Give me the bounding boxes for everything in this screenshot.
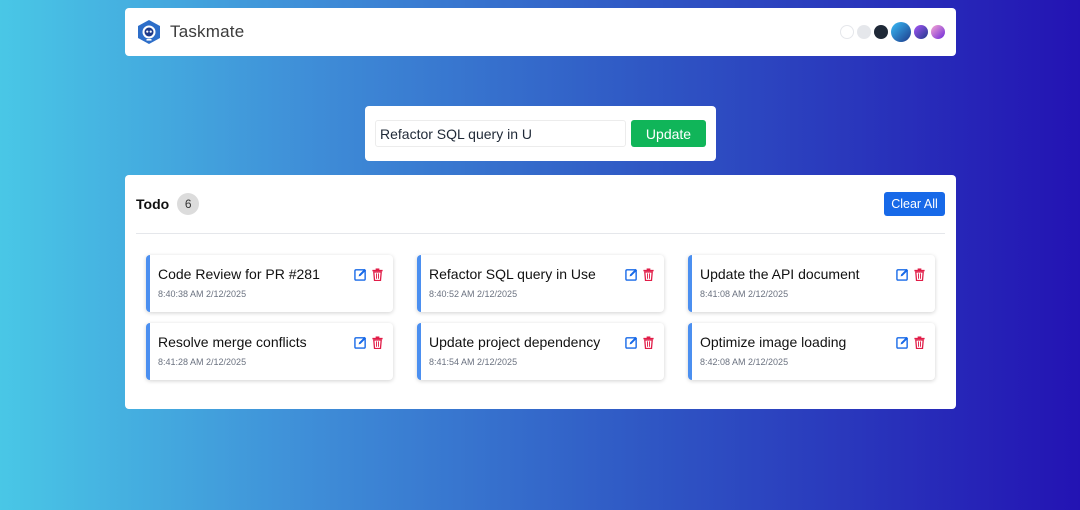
todo-card-actions — [896, 268, 926, 281]
task-input[interactable] — [375, 120, 626, 147]
edit-icon[interactable] — [354, 336, 367, 349]
clear-all-button[interactable]: Clear All — [884, 192, 945, 216]
todo-card-time: 8:41:28 AM 2/12/2025 — [158, 357, 247, 367]
todo-card-actions — [625, 336, 655, 349]
update-button[interactable]: Update — [631, 120, 706, 147]
theme-blue-gradient[interactable] — [891, 22, 911, 42]
brand: Taskmate — [136, 19, 244, 45]
theme-pink-gradient[interactable] — [931, 25, 945, 39]
todo-card-title: Refactor SQL query in Use — [429, 266, 596, 282]
todo-panel: Todo 6 Clear All Code Review for PR #281… — [125, 175, 956, 409]
todo-card-time: 8:40:52 AM 2/12/2025 — [429, 289, 518, 299]
app-name: Taskmate — [170, 22, 245, 41]
delete-icon[interactable] — [371, 336, 384, 349]
edit-icon[interactable] — [896, 268, 909, 281]
theme-light[interactable] — [840, 25, 854, 39]
todo-card: Resolve merge conflicts 8:41:28 AM 2/12/… — [146, 323, 393, 380]
delete-icon[interactable] — [371, 268, 384, 281]
todo-card-title: Update project dependency — [429, 334, 601, 350]
todo-title-group: Todo 6 — [136, 193, 200, 215]
app-header: Taskmate — [125, 8, 956, 56]
delete-icon[interactable] — [642, 268, 655, 281]
task-editor: Update — [365, 106, 716, 161]
todo-card: Code Review for PR #281 8:40:38 AM 2/12/… — [146, 255, 393, 312]
todo-card-actions — [354, 336, 384, 349]
todo-count-badge: 6 — [177, 193, 200, 215]
todo-card-title: Resolve merge conflicts — [158, 334, 307, 350]
theme-light-gray[interactable] — [857, 25, 871, 39]
todo-card-time: 8:41:08 AM 2/12/2025 — [700, 289, 789, 299]
edit-icon[interactable] — [896, 336, 909, 349]
todo-card-actions — [625, 268, 655, 281]
todo-grid: Code Review for PR #281 8:40:38 AM 2/12/… — [136, 234, 945, 380]
todo-card-time: 8:40:38 AM 2/12/2025 — [158, 289, 247, 299]
todo-card-time: 8:42:08 AM 2/12/2025 — [700, 357, 789, 367]
edit-icon[interactable] — [625, 268, 638, 281]
edit-icon[interactable] — [354, 268, 367, 281]
robot-logo-icon — [138, 20, 160, 44]
delete-icon[interactable] — [913, 268, 926, 281]
todo-card: Update the API document 8:41:08 AM 2/12/… — [688, 255, 935, 312]
delete-icon[interactable] — [642, 336, 655, 349]
todo-card: Optimize image loading 8:42:08 AM 2/12/2… — [688, 323, 935, 380]
theme-switcher — [840, 22, 945, 42]
theme-purple-gradient[interactable] — [914, 25, 928, 39]
edit-icon[interactable] — [625, 336, 638, 349]
todo-card: Update project dependency 8:41:54 AM 2/1… — [417, 323, 664, 380]
todo-card-title: Code Review for PR #281 — [158, 266, 320, 282]
todo-card: Refactor SQL query in Use 8:40:52 AM 2/1… — [417, 255, 664, 312]
todo-card-actions — [896, 336, 926, 349]
theme-dark[interactable] — [874, 25, 888, 39]
todo-card-time: 8:41:54 AM 2/12/2025 — [429, 357, 518, 367]
todo-title: Todo — [136, 196, 170, 212]
todo-card-actions — [354, 268, 384, 281]
todo-card-title: Update the API document — [700, 266, 860, 282]
delete-icon[interactable] — [913, 336, 926, 349]
todo-card-title: Optimize image loading — [700, 334, 847, 350]
todo-header: Todo 6 Clear All — [136, 175, 945, 234]
